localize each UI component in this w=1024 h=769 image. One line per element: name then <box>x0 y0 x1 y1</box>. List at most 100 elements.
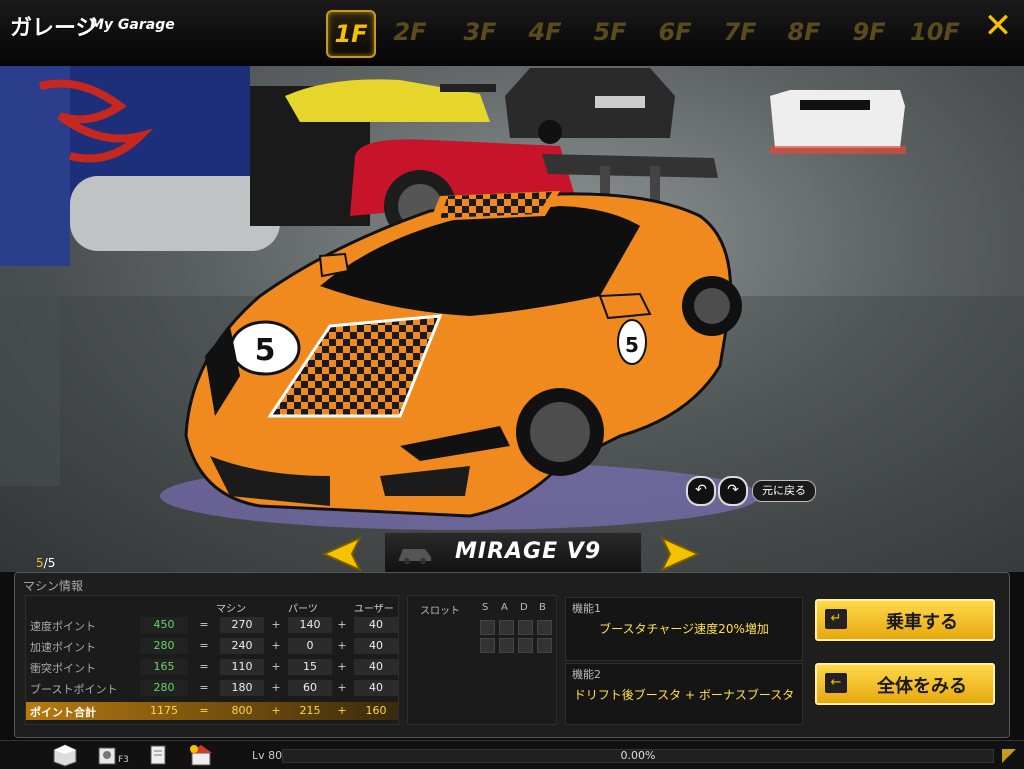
floor-tab-8[interactable]: 8F <box>781 10 827 54</box>
stat-parts: 60 <box>288 680 332 696</box>
svg-text:5: 5 <box>255 333 276 368</box>
stat-user: 40 <box>354 680 398 696</box>
stat-parts: 15 <box>288 659 332 675</box>
slot-b-2[interactable] <box>537 638 552 653</box>
slot-panel: スロット S A D B <box>407 595 557 725</box>
stat-user: 160 <box>365 704 387 717</box>
stat-user: 40 <box>354 617 398 633</box>
ride-button[interactable]: ↵ 乗車する <box>815 599 995 641</box>
close-icon[interactable]: ✕ <box>980 8 1016 44</box>
yellow-car-model <box>285 79 496 122</box>
stat-parts: 140 <box>288 617 332 633</box>
floor-tab-3[interactable]: 3F <box>457 10 503 54</box>
slot-s-2[interactable] <box>480 638 495 653</box>
slot-s-1[interactable] <box>480 620 495 635</box>
equals-sign: = <box>199 660 209 673</box>
stat-label: ブーストポイント <box>30 683 118 696</box>
equals-sign: = <box>199 681 209 694</box>
slot-a-2[interactable] <box>499 638 514 653</box>
stat-row-total: ポイント合計 1175 = 800 + 215 + 160 <box>26 702 398 720</box>
stat-machine: 180 <box>220 680 264 696</box>
slot-b-1[interactable] <box>537 620 552 635</box>
equals-sign: = <box>199 618 209 631</box>
function-2-box: 機能2 ドリフト後ブースタ + ボーナスブースタ <box>565 663 803 725</box>
function-1-value: ブースタチャージ速度20%増加 <box>599 622 769 636</box>
car-counter-current: 5 <box>36 556 44 570</box>
stat-machine: 110 <box>220 659 264 675</box>
stat-parts: 215 <box>299 704 321 717</box>
slot-a-1[interactable] <box>499 620 514 635</box>
stat-machine: 240 <box>220 638 264 654</box>
plus-sign: + <box>337 618 347 631</box>
stats-table: マシン パーツ ユーザー 速度ポイント 450 = 270 + 140 + 40… <box>25 595 399 725</box>
floor-tab-7[interactable]: 7F <box>717 10 763 54</box>
sedan-model <box>505 68 675 144</box>
floor-tab-4[interactable]: 4F <box>522 10 568 54</box>
enter-icon: ↵ <box>825 609 847 629</box>
function-1-box: 機能1 ブースタチャージ速度20%増加 <box>565 597 803 661</box>
shop-icon[interactable] <box>188 743 214 767</box>
player-level: Lv 80 <box>252 749 283 762</box>
view-all-button[interactable]: ← 全体をみる <box>815 663 995 705</box>
garage-scene[interactable]: 5 5 ↶ ↷ 元に戻る <box>0 66 1024 572</box>
view-all-button-label: 全体をみる <box>877 676 967 697</box>
document-icon[interactable] <box>146 743 172 767</box>
stat-user: 40 <box>354 638 398 654</box>
garage-title: ガレージ <box>10 16 98 41</box>
number-roundel: 5 <box>229 320 301 376</box>
function-2-label: 機能2 <box>572 668 601 681</box>
garage-render: 5 5 <box>0 66 1024 572</box>
plus-sign: + <box>271 681 281 694</box>
floor-tab-2[interactable]: 2F <box>387 10 433 54</box>
stat-label: 速度ポイント <box>30 620 96 633</box>
equals-sign: = <box>199 704 209 717</box>
floor-tab-1[interactable]: 1F <box>326 10 376 58</box>
stat-row-boost: ブーストポイント 280 = 180 + 60 + 40 <box>26 679 398 697</box>
stat-label: 衝突ポイント <box>30 662 96 675</box>
stat-label: ポイント合計 <box>30 706 96 719</box>
ride-button-label: 乗車する <box>886 612 958 633</box>
garage-cube-icon[interactable] <box>52 743 78 767</box>
garage-subtitle: My Garage <box>90 17 175 33</box>
back-arrow-icon: ← <box>825 673 847 693</box>
slot-d-1[interactable] <box>518 620 533 635</box>
top-bar: ガレージ My Garage 1F 2F 3F 4F 5F 6F 7F 8F 9… <box>0 0 1024 67</box>
function-2-value: ドリフト後ブースタ + ボーナスブースタ <box>573 688 795 702</box>
stat-user: 40 <box>354 659 398 675</box>
slot-label: スロット <box>420 606 460 617</box>
exp-progress-bar: 0.00% <box>282 749 994 763</box>
plus-sign: + <box>337 704 347 717</box>
stat-total: 450 <box>140 617 188 633</box>
car-counter: 5/5 <box>36 556 56 570</box>
floor-tab-9[interactable]: 9F <box>846 10 892 54</box>
car-name-plate: MIRAGE V9 <box>384 532 642 574</box>
reset-view-button[interactable]: 元に戻る <box>752 480 816 502</box>
stat-parts: 0 <box>288 638 332 654</box>
stat-machine: 270 <box>220 617 264 633</box>
next-car-arrow-icon[interactable] <box>660 536 700 572</box>
plus-sign: + <box>337 639 347 652</box>
plus-sign: + <box>337 660 347 673</box>
machine-info-title: マシン情報 <box>23 579 84 593</box>
stat-row-acceleration: 加速ポイント 280 = 240 + 0 + 40 <box>26 637 398 655</box>
slot-header-b: B <box>539 602 546 613</box>
slot-d-2[interactable] <box>518 638 533 653</box>
equals-sign: = <box>199 639 209 652</box>
column-header-user: ユーザー <box>354 604 394 615</box>
rotate-right-icon[interactable]: ↷ <box>718 476 748 506</box>
stat-row-speed: 速度ポイント 450 = 270 + 140 + 40 <box>26 616 398 634</box>
resize-corner-icon[interactable] <box>1000 747 1018 765</box>
plus-sign: + <box>271 639 281 652</box>
rotate-left-icon[interactable]: ↶ <box>686 476 716 506</box>
floor-tab-10[interactable]: 10F <box>910 10 960 54</box>
slot-header-s: S <box>482 602 489 613</box>
machine-info-panel: マシン情報 マシン パーツ ユーザー 速度ポイント 450 = 270 + 14… <box>14 572 1010 738</box>
car-counter-total: 5 <box>47 556 56 570</box>
stat-row-collision: 衝突ポイント 165 = 110 + 15 + 40 <box>26 658 398 676</box>
svg-text:5: 5 <box>625 333 639 357</box>
stat-total: 280 <box>140 638 188 654</box>
floor-tab-5[interactable]: 5F <box>587 10 633 54</box>
prev-car-arrow-icon[interactable] <box>322 536 362 572</box>
floor-tab-6[interactable]: 6F <box>652 10 698 54</box>
plus-sign: + <box>337 681 347 694</box>
